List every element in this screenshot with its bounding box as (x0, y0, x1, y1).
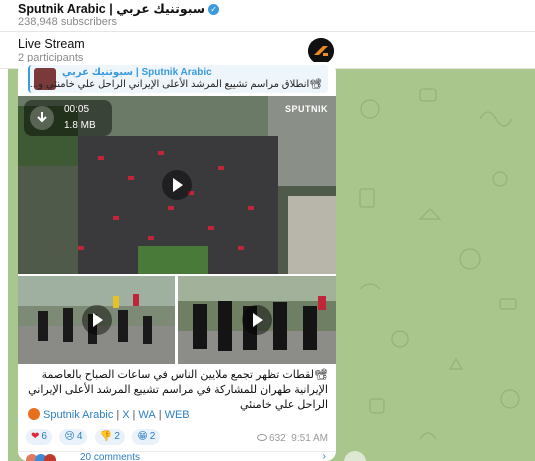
sputnik-logo-icon (308, 38, 334, 64)
live-stream-title: Live Stream (18, 37, 85, 51)
reply-author: سبوتنيك عربي | Sputnik Arabic (62, 67, 212, 78)
link-sputnik-arabic[interactable]: Sputnik Arabic (43, 409, 113, 421)
reactions-bar: ❤ 6 😢 4 👎 2 😁 2 (26, 426, 163, 445)
sputnik-logo-icon (28, 408, 40, 420)
avatar (44, 454, 56, 461)
video-thumb-2[interactable] (178, 276, 336, 364)
reply-preview[interactable]: سبوتنيك عربي | Sputnik Arabic 📽انطلاق مر… (28, 65, 328, 93)
link-separator: | (132, 409, 136, 421)
subscriber-count: 238,948 subscribers (18, 16, 118, 28)
view-count: 632 (269, 433, 286, 444)
reaction-count: 2 (149, 431, 156, 442)
grinning-face-icon: 😁 (137, 431, 148, 442)
message-bubble: سبوتنيك عربي | Sputnik Arabic 📽انطلاق مر… (18, 62, 336, 461)
channel-title: Sputnik Arabic | سبوتنيك عربي ✓ (18, 1, 220, 16)
play-icon[interactable] (82, 305, 112, 335)
live-stream-avatar[interactable] (308, 38, 334, 64)
reaction-thumbs-down[interactable]: 👎 2 (94, 429, 125, 445)
play-icon[interactable] (242, 305, 272, 335)
video-thumb-1[interactable] (18, 276, 175, 364)
download-badge[interactable]: 00:05 1.8 MB (24, 100, 112, 136)
link-separator: | (116, 409, 120, 421)
reaction-heart[interactable]: ❤ 6 (26, 429, 52, 445)
eye-icon (257, 434, 268, 441)
reply-text: 📽انطلاق مراسم تشييع المرشد الأعلى الإيرا… (29, 79, 322, 90)
video-main[interactable]: 00:05 1.8 MB SPUTNIK (18, 96, 336, 274)
left-panel-edge (0, 69, 8, 461)
reaction-count: 4 (76, 431, 83, 442)
post-caption: 📽لقطات تظهر تجمع ملايين الناس في ساعات ا… (28, 369, 328, 411)
comments-bar[interactable]: 20 comments › (18, 451, 336, 461)
reaction-cry[interactable]: 😢 4 (59, 429, 88, 445)
channel-title-text: Sputnik Arabic | سبوتنيك عربي (18, 2, 206, 16)
watermark: SPUTNIK (284, 104, 328, 114)
thumbs-down-icon: 👎 (99, 431, 113, 442)
post-time: 9:51 AM (291, 433, 328, 444)
link-x[interactable]: X (122, 409, 129, 421)
play-icon[interactable] (162, 170, 192, 200)
link-web[interactable]: WEB (165, 409, 190, 421)
reaction-grin[interactable]: 😁 2 (132, 429, 161, 445)
comments-count[interactable]: 20 comments (80, 452, 140, 461)
reaction-count: 2 (114, 431, 120, 442)
heart-icon: ❤ (31, 431, 40, 442)
channel-header[interactable]: Sputnik Arabic | سبوتنيك عربي ✓ 238,948 s… (0, 0, 535, 32)
download-icon[interactable] (30, 106, 54, 130)
video-duration: 00:05 (64, 104, 90, 115)
post-links: Sputnik Arabic | X | WA | WEB (28, 408, 190, 421)
commenter-avatars (26, 453, 56, 461)
chevron-right-icon: › (322, 451, 326, 461)
link-separator: | (158, 409, 162, 421)
video-size: 1.8 MB (64, 120, 96, 131)
link-wa[interactable]: WA (138, 409, 155, 421)
verified-icon: ✓ (208, 4, 220, 15)
reaction-count: 6 (41, 431, 47, 442)
crying-face-icon: 😢 (64, 431, 75, 442)
post-meta: 632 9:51 AM (257, 433, 328, 444)
